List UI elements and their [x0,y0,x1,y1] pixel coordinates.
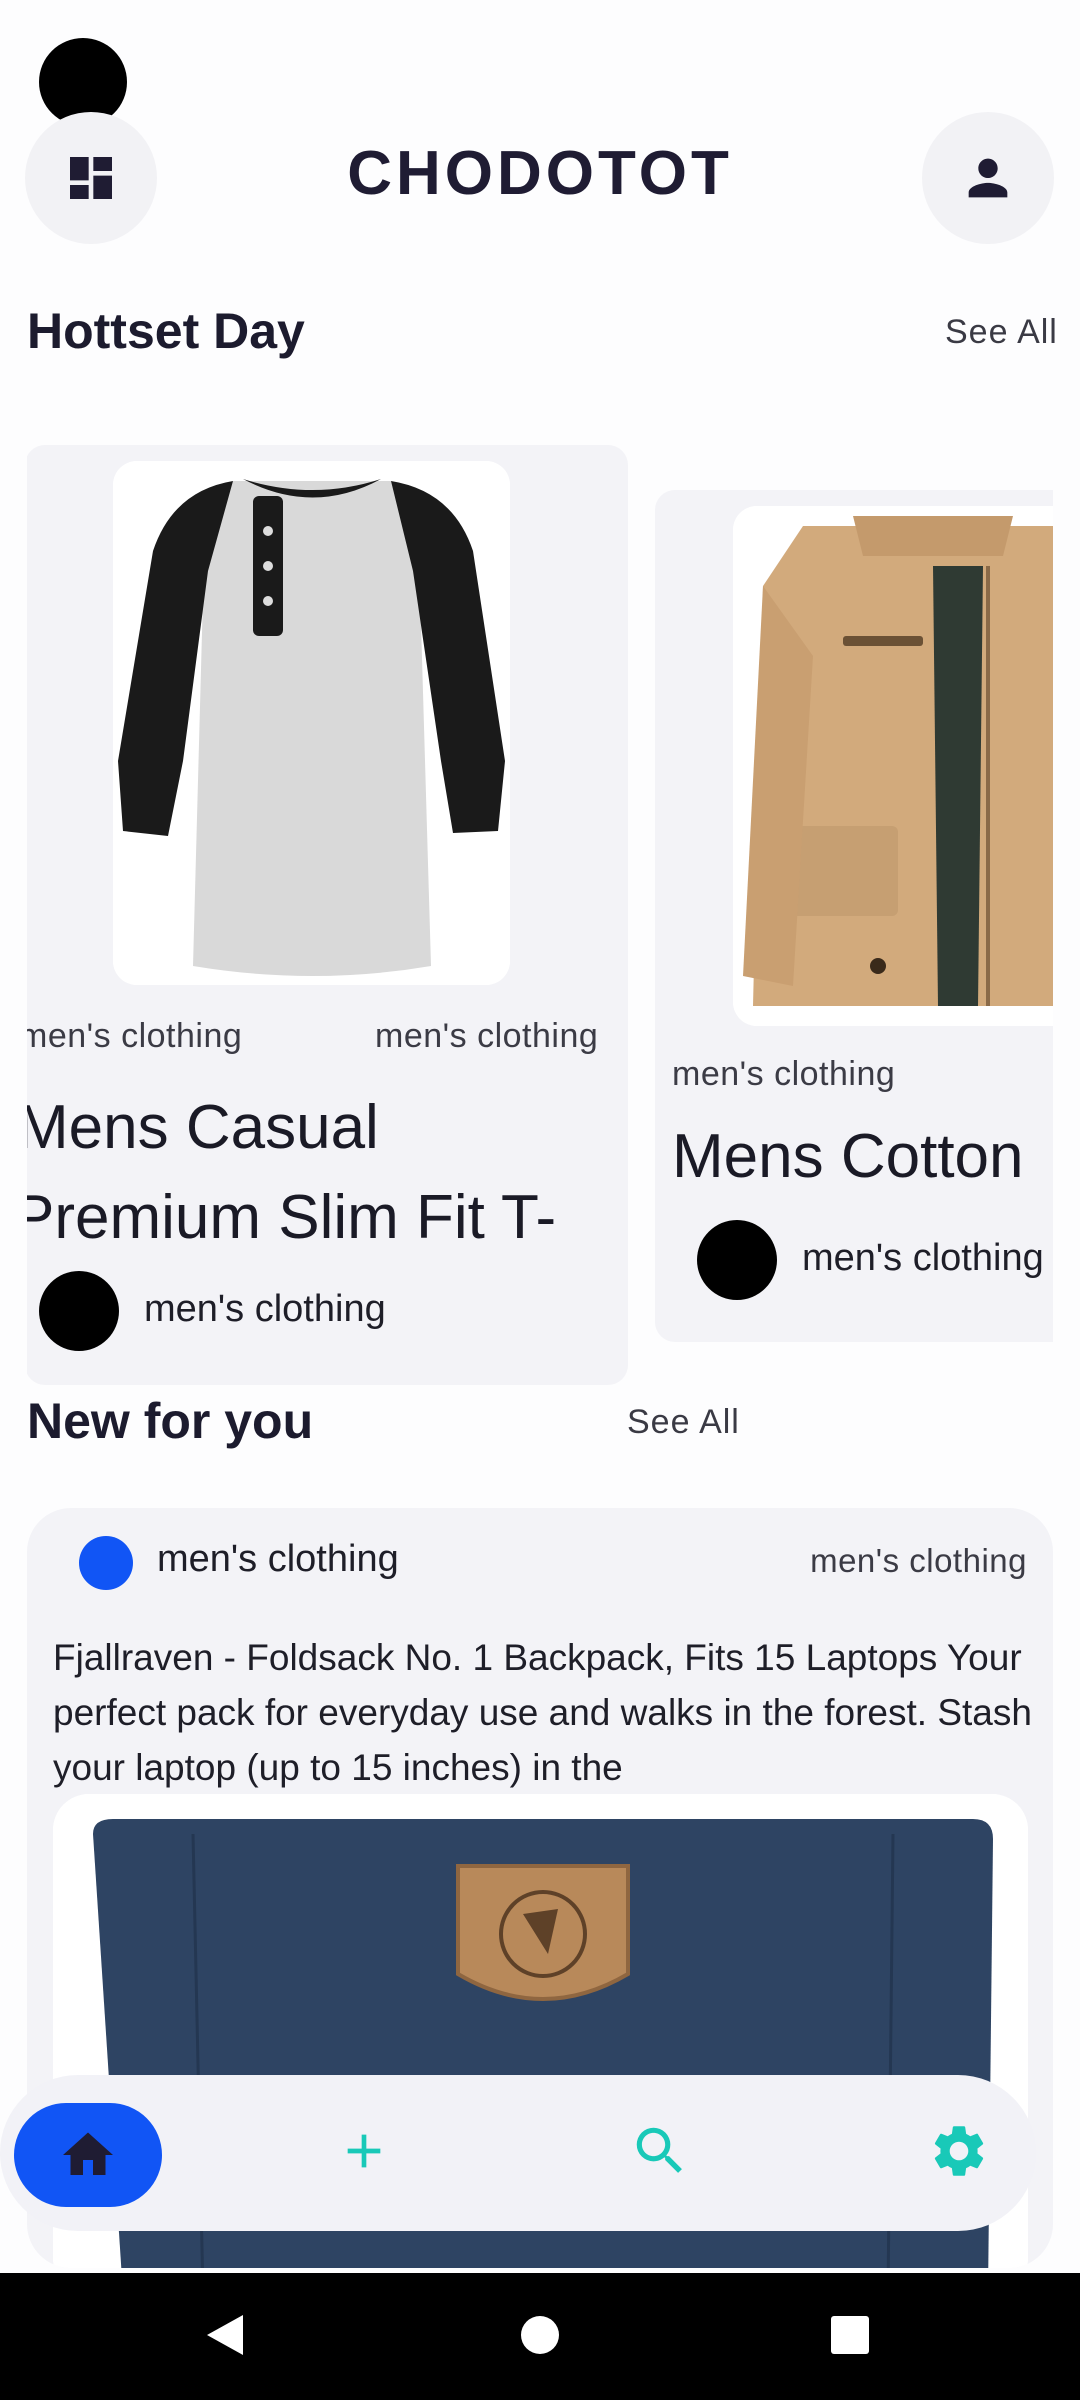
profile-button[interactable] [922,112,1054,244]
new-for-you-see-all-link[interactable]: See All [627,1403,740,1442]
nav-search-button[interactable] [624,2115,696,2187]
product-seller: men's clothing [802,1237,1044,1279]
product-image-cotton-jacket [733,506,1053,1026]
system-navigation-bar [0,2273,1080,2400]
system-back-button[interactable] [193,2303,257,2367]
product-card[interactable]: men's clothing m Mens Cotton men's cloth… [655,490,1053,1342]
nav-settings-button[interactable] [923,2115,995,2187]
bottom-navigation [0,2075,1036,2231]
seller-avatar [39,1271,119,1351]
seller-avatar [697,1220,777,1300]
product-title-line1: Mens Cotton [672,1122,1024,1191]
product-category-left: men's clothing [672,1055,896,1093]
person-icon [968,158,1008,198]
settings-icon [934,2126,984,2176]
nav-add-button[interactable] [328,2115,400,2187]
product-category-right: men's clothing [375,1017,599,1055]
product-card[interactable]: men's clothing men's clothing Mens Casua… [27,445,628,1385]
system-home-button[interactable] [508,2303,572,2367]
nav-home-button[interactable] [14,2103,162,2207]
product-category-left: men's clothing [27,1017,243,1055]
new-for-you-title: New for you [27,1393,314,1449]
plus-icon [347,2134,381,2168]
hottest-see-all-link[interactable]: See All [945,313,1058,352]
home-circle-icon [521,2316,559,2354]
post-description: Fjallraven - Foldsack No. 1 Backpack, Fi… [53,1637,1032,1788]
hottest-carousel[interactable]: men's clothing men's clothing Mens Casua… [27,430,1053,1390]
post-category: men's clothing [810,1542,1027,1579]
app-screen: CHODOTOT Hottset Day See All men's cloth… [0,0,1080,2400]
product-seller: men's clothing [144,1288,386,1330]
system-recents-button[interactable] [818,2303,882,2367]
back-triangle-icon [207,2315,243,2355]
home-icon [63,2132,113,2175]
search-icon [636,2127,682,2173]
hottest-section-title: Hottset Day [27,303,305,359]
post-author: men's clothing [157,1538,399,1580]
product-title-line2: Premium Slim Fit T- [27,1183,557,1252]
product-image-raglan-shirt [113,461,510,985]
app-title: CHODOTOT [347,139,733,208]
recents-square-icon [831,2316,869,2354]
product-title-line1: Mens Casual [27,1093,379,1162]
author-avatar [79,1536,133,1590]
